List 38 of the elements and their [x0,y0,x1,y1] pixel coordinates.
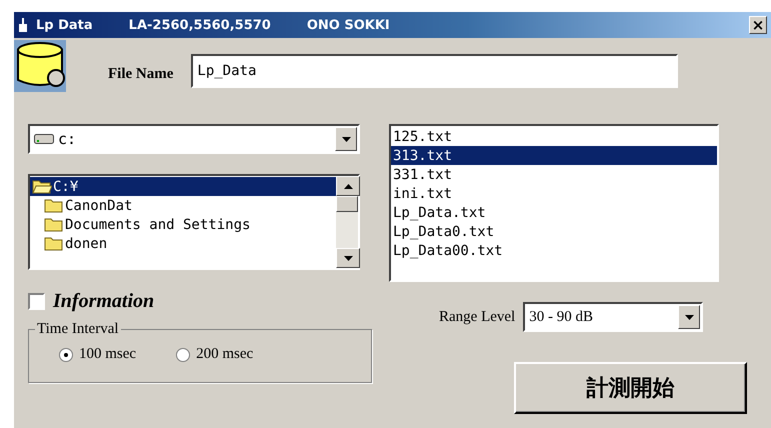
range-level-dropdown[interactable]: 30 - 90 dB [523,302,704,332]
information-checkbox[interactable] [28,293,45,310]
down-arrow-icon [344,256,352,260]
radio-button[interactable] [176,348,190,362]
dropdown-button[interactable] [335,127,357,151]
group-title: Time Interval [36,321,120,338]
radio-label: 200 msec [196,346,254,363]
folder-item[interactable]: Documents and Settings [30,215,336,234]
down-arrow-icon [684,314,694,320]
file-item[interactable]: 125.txt [391,127,717,146]
window-title: ONO SOKKI [306,18,390,32]
file-item[interactable]: Lp_Data.txt [391,203,717,222]
radio-button[interactable] [59,348,73,362]
folder-item[interactable]: donen [30,234,336,253]
file-item[interactable]: 313.txt [391,146,717,165]
file-name-label: File Name [108,66,174,83]
close-button[interactable]: × [749,16,767,34]
folder-item[interactable]: CanonDat [30,196,336,215]
file-item[interactable]: 331.txt [391,165,717,184]
window-title: LA-2560,5560,5570 [128,18,271,32]
dropdown-button[interactable] [678,305,700,329]
drive-dropdown[interactable]: c: [28,124,360,154]
scroll-thumb[interactable] [336,196,358,212]
radio-label: 100 msec [79,346,136,363]
folder-item[interactable]: C:¥ [30,177,336,196]
range-level-label: Range Level [439,308,516,326]
scrollbar[interactable] [336,176,358,268]
file-name-field[interactable]: Lp_Data [191,54,678,88]
start-measurement-button[interactable]: 計測開始 [514,362,747,414]
drive-icon [34,134,54,144]
file-item[interactable]: Lp_Data0.txt [391,222,717,241]
file-item[interactable]: ini.txt [391,184,717,203]
down-arrow-icon [342,136,350,142]
information-label: Information [53,290,154,313]
app-icon [18,17,28,33]
window-title: Lp Data [36,18,93,32]
file-item[interactable]: Lp_Data00.txt [391,241,717,260]
up-arrow-icon [344,184,352,188]
